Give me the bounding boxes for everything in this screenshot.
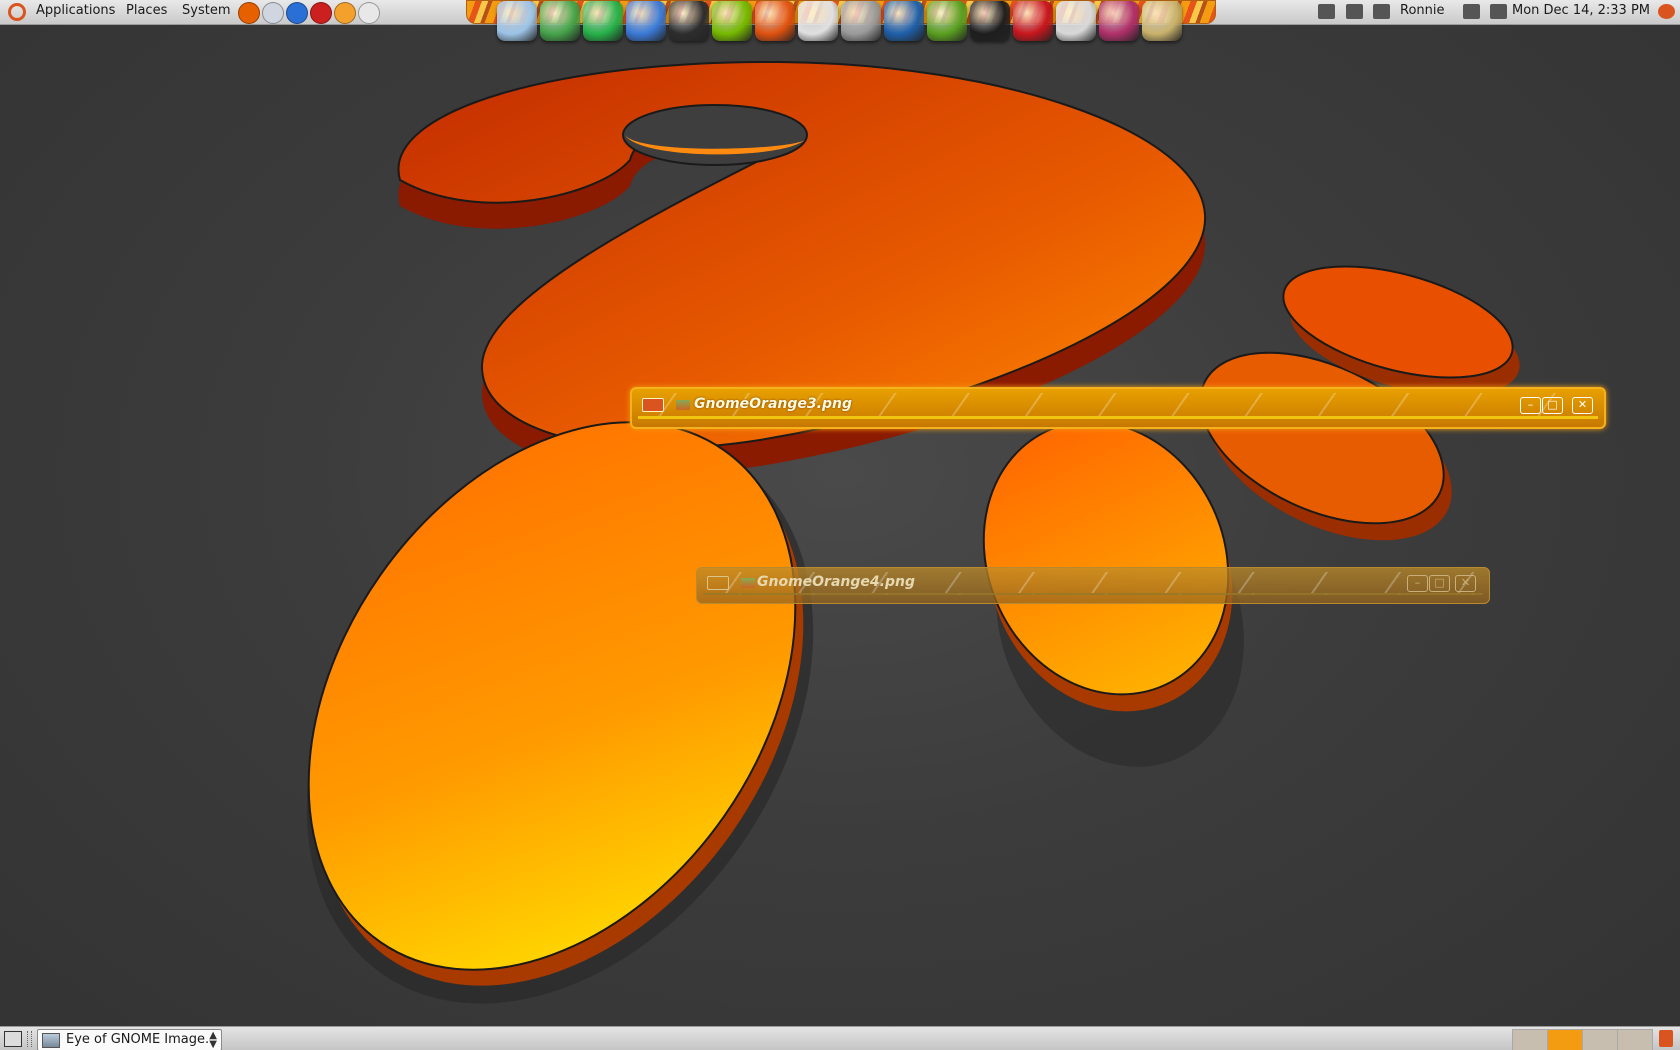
chevron-updown-icon: ▲ ▼ (209, 1030, 217, 1050)
network-icon[interactable] (626, 1, 666, 41)
tray-volume-icon[interactable] (1490, 4, 1507, 19)
ubuntu-logo-icon[interactable] (8, 3, 26, 21)
menu-places[interactable]: Places (126, 3, 167, 18)
music-icon[interactable] (1099, 1, 1139, 41)
close-button[interactable]: ✕ (1572, 397, 1593, 414)
calculator-icon[interactable] (841, 1, 881, 41)
google-earth-icon[interactable] (884, 1, 924, 41)
nvidia-icon[interactable] (712, 1, 752, 41)
desktop: Applications Places System Ronnie Mon De… (0, 0, 1680, 1050)
maximize-button[interactable]: □ (1429, 575, 1450, 592)
menu-system[interactable]: System (182, 3, 230, 18)
close-button[interactable]: ✕ (1455, 575, 1476, 592)
mail-icon[interactable] (262, 2, 284, 24)
help-icon[interactable] (286, 2, 308, 24)
window-menu-icon[interactable] (642, 398, 664, 412)
workspace-3[interactable] (1582, 1029, 1618, 1050)
taskbar-item-eye-of-gnome[interactable]: Eye of GNOME Image.. ▲ ▼ (37, 1029, 222, 1050)
tray-network-icon[interactable] (1463, 4, 1480, 19)
terminal-icon[interactable] (669, 1, 709, 41)
app-orange-icon[interactable] (334, 2, 356, 24)
power-icon[interactable] (1658, 4, 1675, 19)
image-viewer-icon (42, 1033, 60, 1048)
app-red-icon[interactable] (310, 2, 332, 24)
taskbar-item-label: Eye of GNOME Image.. (66, 1032, 214, 1047)
window-title: GnomeOrange3.png (694, 396, 852, 412)
clock[interactable]: Mon Dec 14, 2:33 PM (1512, 3, 1650, 18)
window-gnomeorange4[interactable]: GnomeOrange4.png – □ ✕ (696, 567, 1490, 604)
minimize-button[interactable]: – (1407, 575, 1428, 592)
workspace-1[interactable] (1512, 1029, 1548, 1050)
trash-icon[interactable] (1659, 1030, 1673, 1047)
image-file-icon (741, 578, 755, 588)
tray-display-icon[interactable] (1346, 4, 1363, 19)
minimize-button[interactable]: – (1520, 397, 1541, 414)
printer-icon[interactable] (798, 1, 838, 41)
panel-handle[interactable] (27, 1031, 32, 1047)
screenshot-icon[interactable] (358, 2, 380, 24)
firefox-icon[interactable] (238, 2, 260, 24)
app-dark-icon[interactable] (970, 1, 1010, 41)
user-name[interactable]: Ronnie (1400, 3, 1445, 18)
maximize-button[interactable]: □ (1542, 397, 1563, 414)
image-file-icon (676, 400, 690, 410)
wallpaper (306, 60, 1520, 1004)
menu-applications[interactable]: Applications (36, 3, 115, 18)
workspace-4[interactable] (1617, 1029, 1653, 1050)
firefox-icon[interactable] (755, 1, 795, 41)
tray-app-icon[interactable] (1318, 4, 1335, 19)
bottom-panel: Eye of GNOME Image.. ▲ ▼ (0, 1026, 1680, 1050)
show-desktop-icon[interactable] (4, 1031, 22, 1047)
acrobat-icon[interactable] (1013, 1, 1053, 41)
search-icon[interactable] (497, 1, 537, 41)
dock (466, 0, 1216, 41)
workspace-2[interactable] (1547, 1029, 1583, 1050)
top-panel: Applications Places System Ronnie Mon De… (0, 0, 1680, 41)
disk-icon[interactable] (1056, 1, 1096, 41)
tray-user-switch-icon[interactable] (1373, 4, 1390, 19)
webcam-icon[interactable] (1142, 1, 1182, 41)
window-menu-icon[interactable] (707, 576, 729, 590)
chrome-icon[interactable] (540, 1, 580, 41)
ubuntu-tweak-icon[interactable] (927, 1, 967, 41)
gem-icon[interactable] (583, 1, 623, 41)
window-gnomeorange3[interactable]: GnomeOrange3.png – □ ✕ (630, 387, 1606, 429)
window-title: GnomeOrange4.png (757, 574, 915, 590)
